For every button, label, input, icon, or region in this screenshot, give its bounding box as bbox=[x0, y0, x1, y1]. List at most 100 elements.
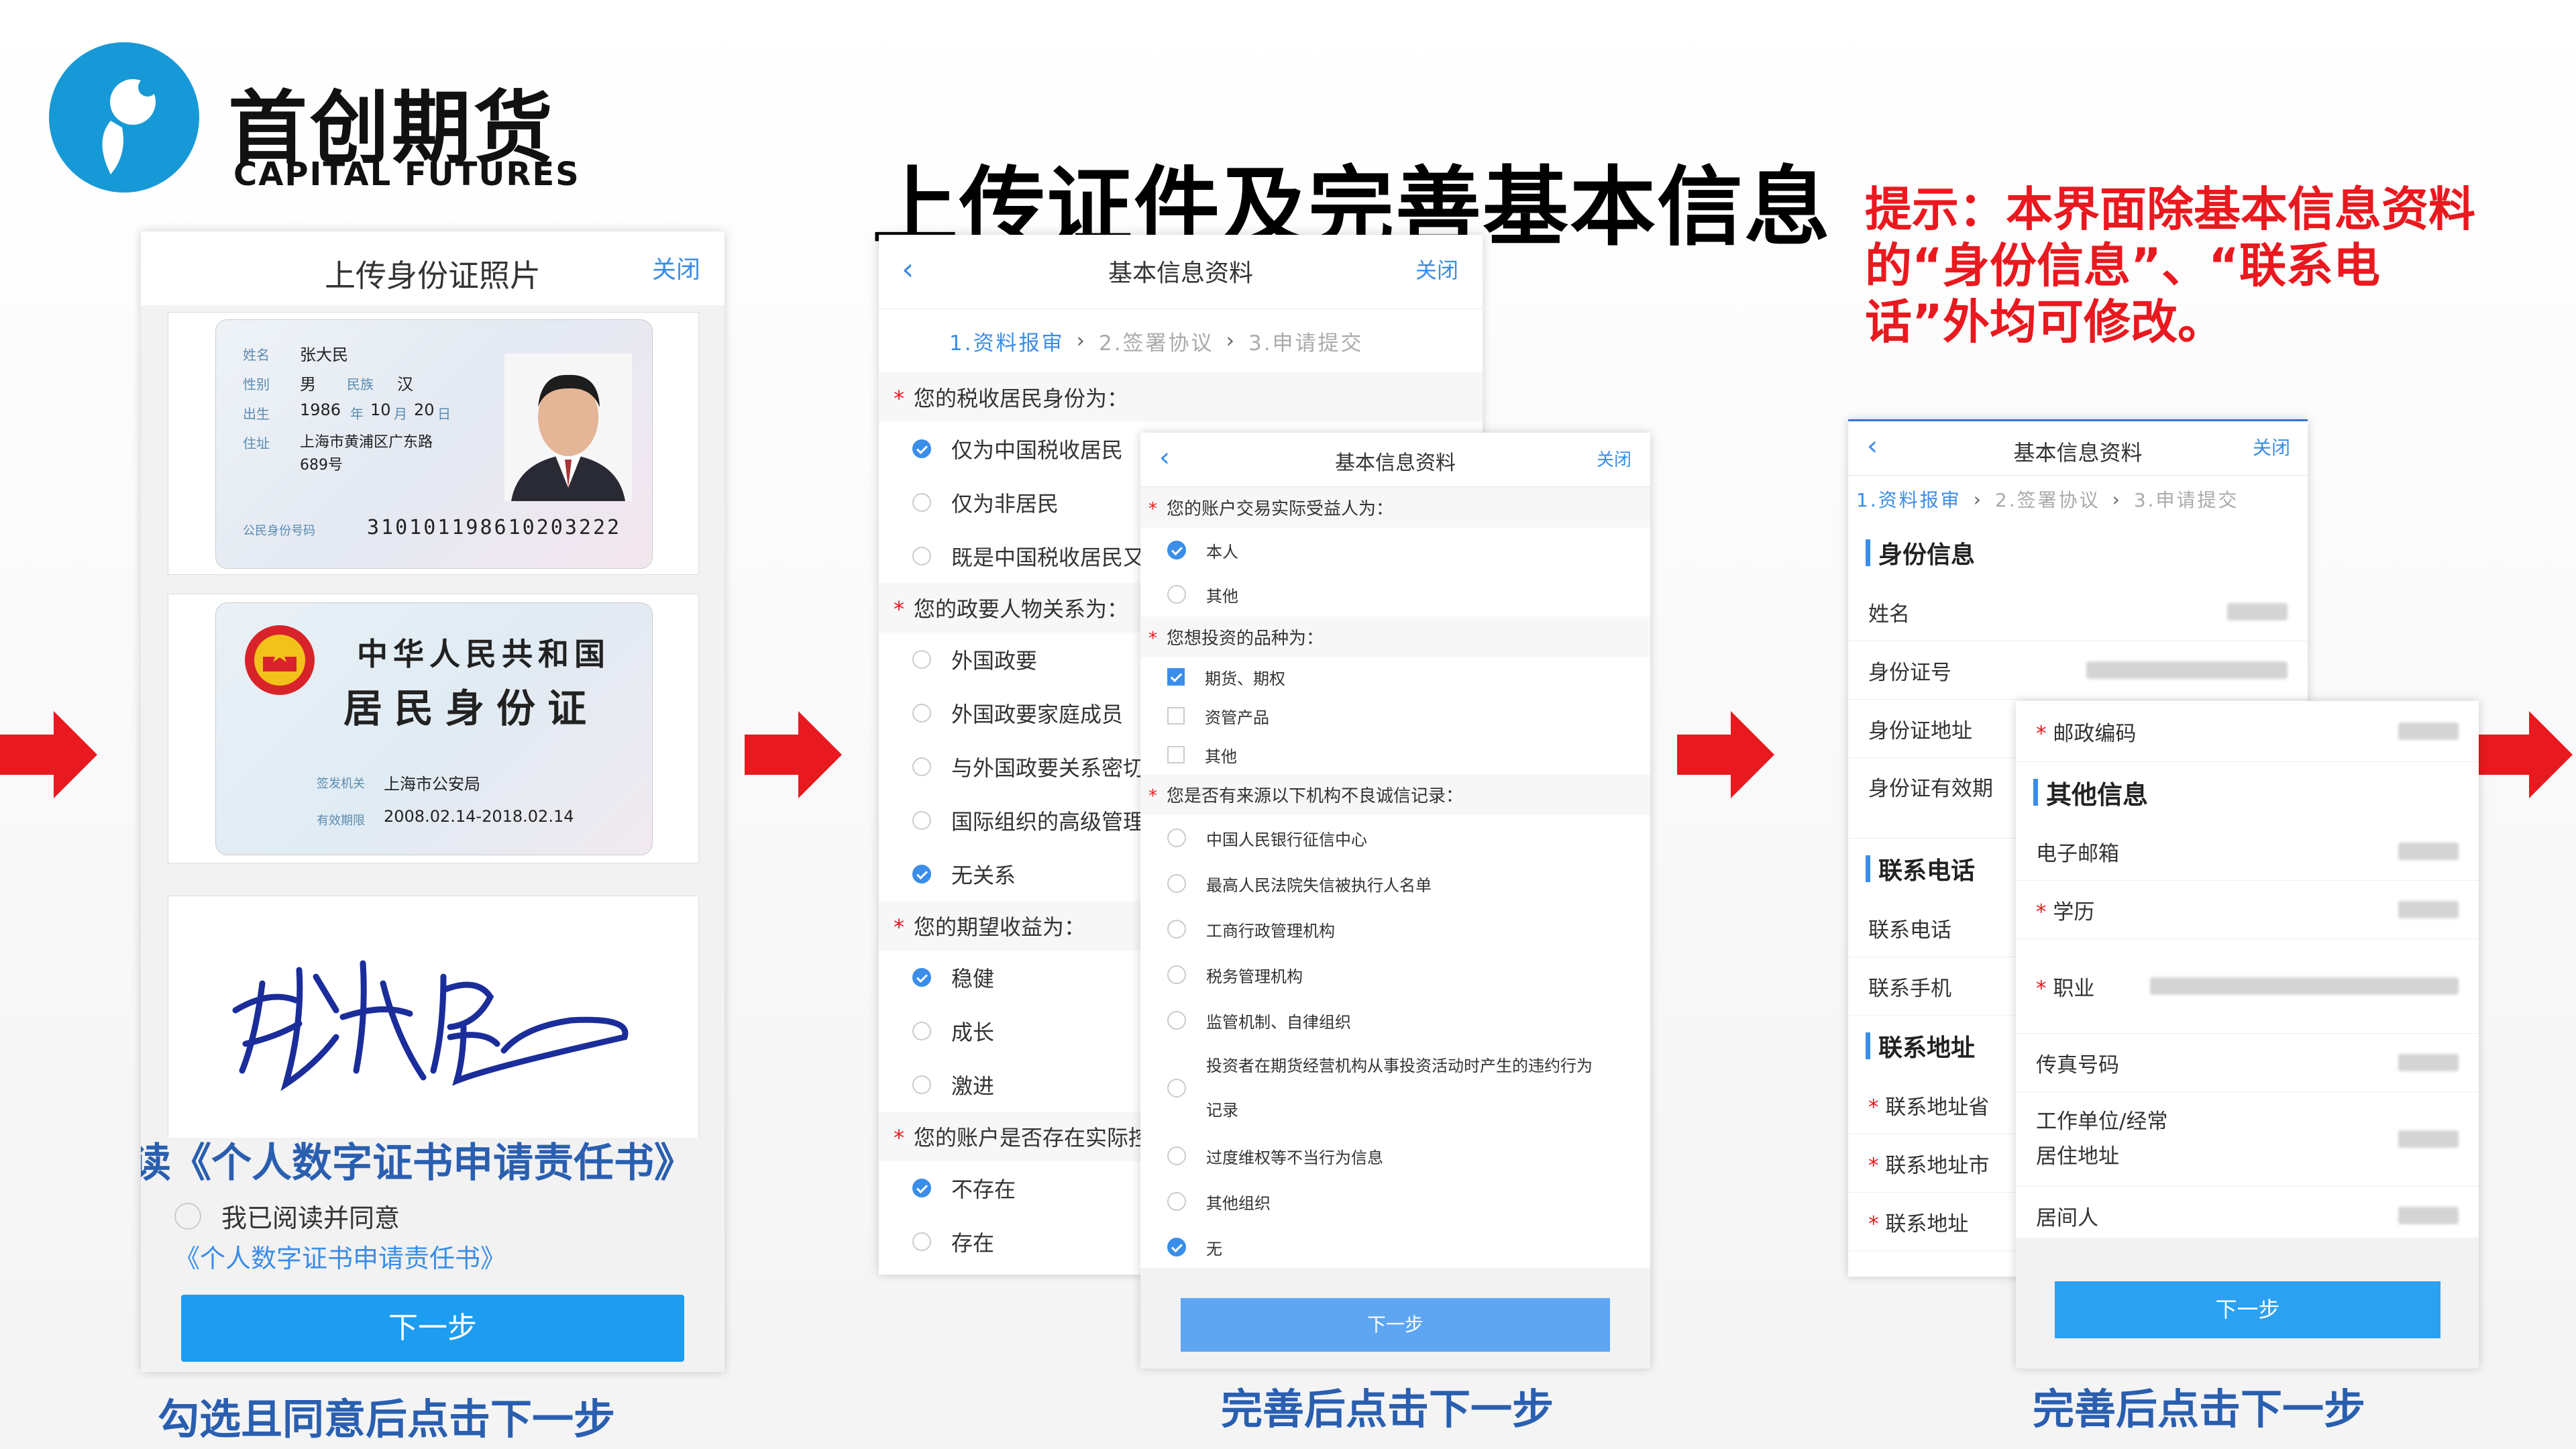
radio-icon[interactable] bbox=[1167, 1146, 1186, 1165]
next-button[interactable]: 下一步 bbox=[181, 1295, 684, 1362]
option-item[interactable]: 税务管理机构 bbox=[1140, 952, 1650, 998]
id-back-photo[interactable]: 中华人民共和国 居民身份证 签发机关 上海市公安局 有效期限 2008.02.1… bbox=[168, 594, 699, 863]
portrait-photo bbox=[504, 354, 632, 501]
close-button[interactable]: 关闭 bbox=[1415, 254, 1458, 284]
panel-title: 基本信息资料 bbox=[2013, 440, 2143, 466]
radio-icon[interactable] bbox=[1167, 1079, 1186, 1097]
masked-value bbox=[2398, 1207, 2459, 1224]
radio-icon[interactable] bbox=[1167, 920, 1186, 938]
step-indicator: 1.资料报审 › 2.签署协议 › 3.申请提交 bbox=[879, 309, 1483, 372]
radio-checked-icon[interactable] bbox=[912, 1179, 931, 1197]
option-item[interactable]: 资管产品 bbox=[1140, 696, 1650, 735]
radio-checked-icon[interactable] bbox=[912, 968, 931, 987]
arrow-right-icon bbox=[1677, 711, 1774, 798]
caption-step-3: 完善后点击下一步 bbox=[2033, 1385, 2366, 1434]
id-label: 性别 bbox=[243, 376, 270, 392]
close-button[interactable]: 关闭 bbox=[1597, 446, 1631, 471]
radio-icon[interactable] bbox=[1167, 1011, 1186, 1030]
checkbox-checked-icon[interactable] bbox=[1167, 668, 1185, 686]
masked-value bbox=[2398, 1130, 2459, 1148]
radio-icon[interactable] bbox=[1167, 828, 1186, 847]
field-email[interactable]: 电子邮箱 bbox=[2016, 822, 2479, 881]
agree-checkbox-row[interactable]: 我已阅读并同意 bbox=[174, 1197, 400, 1234]
field-postcode[interactable]: * 邮政编码 bbox=[2016, 701, 2479, 762]
radio-checked-icon[interactable] bbox=[1167, 1238, 1186, 1256]
close-button[interactable]: 关闭 bbox=[652, 250, 700, 285]
id-birth-day: 20 bbox=[414, 400, 435, 419]
tip-text: 提示：本界面除基本信息资料的“身份信息”、“联系电话”外均可修改。 bbox=[1865, 182, 2475, 350]
field-introducer[interactable]: 居间人 bbox=[2016, 1187, 2479, 1245]
masked-value bbox=[2398, 1054, 2459, 1071]
radio-icon[interactable] bbox=[912, 547, 931, 566]
checkbox-icon[interactable] bbox=[1167, 746, 1185, 763]
id-label: 签发机关 bbox=[317, 777, 365, 791]
id-address: 689号 bbox=[300, 457, 343, 474]
step-3: 3.申请提交 bbox=[1248, 331, 1364, 356]
option-item[interactable]: 其他 bbox=[1140, 572, 1650, 616]
next-button[interactable]: 下一步 bbox=[1181, 1298, 1610, 1352]
radio-icon[interactable] bbox=[1167, 585, 1186, 604]
id-label: 日 bbox=[437, 406, 451, 422]
id-valid-period: 2008.02.14-2018.02.14 bbox=[384, 807, 574, 826]
id-address: 上海市黄浦区广东路 bbox=[300, 434, 433, 451]
radio-icon[interactable] bbox=[912, 493, 931, 512]
panel-title: 上传身份证照片 bbox=[325, 258, 541, 294]
radio-icon[interactable] bbox=[912, 704, 931, 722]
field-education[interactable]: * 学历 bbox=[2016, 881, 2479, 939]
option-item[interactable]: 监管机制、自律组织 bbox=[1140, 998, 1650, 1043]
id-birth-year: 1986 bbox=[300, 400, 341, 419]
question-bad-credit: * 您是否有来源以下机构不良诚信记录： bbox=[1140, 774, 1650, 815]
masked-value bbox=[2398, 722, 2459, 740]
option-item[interactable]: 投资者在期货经营机构从事投资活动时产生的违约行为 记录 bbox=[1140, 1043, 1650, 1133]
radio-icon[interactable] bbox=[912, 811, 931, 830]
option-item[interactable]: 本人 bbox=[1140, 528, 1650, 572]
radio-checked-icon[interactable] bbox=[912, 865, 931, 883]
id-label: 住址 bbox=[243, 435, 270, 451]
caption-step-2: 完善后点击下一步 bbox=[1221, 1385, 1554, 1434]
signature-pad[interactable] bbox=[168, 896, 699, 1138]
radio-icon[interactable] bbox=[1167, 1192, 1186, 1211]
radio-checked-icon[interactable] bbox=[912, 439, 931, 458]
section-identity: 身份信息 bbox=[1848, 523, 2308, 583]
radio-checked-icon[interactable] bbox=[1167, 541, 1186, 559]
field-name: 姓名 bbox=[1848, 583, 2308, 641]
radio-icon[interactable] bbox=[912, 1022, 931, 1040]
option-item[interactable]: 其他组织 bbox=[1140, 1179, 1650, 1224]
id-name: 张大民 bbox=[300, 345, 348, 364]
checkbox-icon[interactable] bbox=[1167, 707, 1185, 724]
logo-english-name: CAPITAL FUTURES bbox=[233, 156, 580, 193]
id-front-photo[interactable]: 姓名 张大民 性别 男 民族 汉 出生 1986 年 10 月 20 日 住址 … bbox=[168, 312, 699, 575]
option-item[interactable]: 无 bbox=[1140, 1224, 1650, 1270]
id-label: 年 bbox=[350, 406, 364, 422]
next-button[interactable]: 下一步 bbox=[2055, 1281, 2440, 1338]
id-back-subtitle: 居民身份证 bbox=[343, 686, 599, 731]
option-item[interactable]: 过度维权等不当行为信息 bbox=[1140, 1133, 1650, 1179]
radio-icon[interactable] bbox=[1167, 965, 1186, 984]
id-back-title: 中华人民共和国 bbox=[357, 636, 610, 672]
radio-icon[interactable] bbox=[912, 1075, 931, 1094]
radio-icon[interactable] bbox=[912, 1232, 931, 1251]
other-info-panel: * 邮政编码 其他信息 电子邮箱 * 学历 * 职业 传真号码 工作单位/经常居… bbox=[2016, 701, 2479, 1368]
option-item[interactable]: 期货、期权 bbox=[1140, 657, 1650, 696]
close-button[interactable]: 关闭 bbox=[2253, 433, 2290, 460]
agreement-link[interactable]: 《个人数字证书申请责任书》 bbox=[174, 1238, 506, 1275]
agree-radio[interactable] bbox=[174, 1202, 201, 1230]
field-work-address[interactable]: 工作单位/经常 居住地址 bbox=[2016, 1092, 2479, 1187]
masked-value bbox=[2398, 901, 2459, 918]
step-1: 1.资料报审 bbox=[949, 331, 1065, 356]
panel-title: 基本信息资料 bbox=[1108, 260, 1253, 287]
masked-value bbox=[2398, 843, 2459, 860]
radio-icon[interactable] bbox=[912, 650, 931, 669]
step-2: 2.签署协议 bbox=[1994, 489, 2100, 511]
option-item[interactable]: 最高人民法院失信被执行人名单 bbox=[1140, 861, 1650, 906]
step-1: 1.资料报审 bbox=[1856, 489, 1962, 511]
option-item[interactable]: 工商行政管理机构 bbox=[1140, 906, 1650, 952]
field-fax[interactable]: 传真号码 bbox=[2016, 1034, 2479, 1092]
id-birth-month: 10 bbox=[370, 400, 391, 419]
radio-icon[interactable] bbox=[1167, 874, 1186, 893]
option-item[interactable]: 其他 bbox=[1140, 735, 1650, 774]
id-authority: 上海市公安局 bbox=[384, 775, 480, 794]
option-item[interactable]: 中国人民银行征信中心 bbox=[1140, 815, 1650, 861]
field-occupation[interactable]: * 职业 bbox=[2016, 939, 2479, 1034]
radio-icon[interactable] bbox=[912, 757, 931, 776]
